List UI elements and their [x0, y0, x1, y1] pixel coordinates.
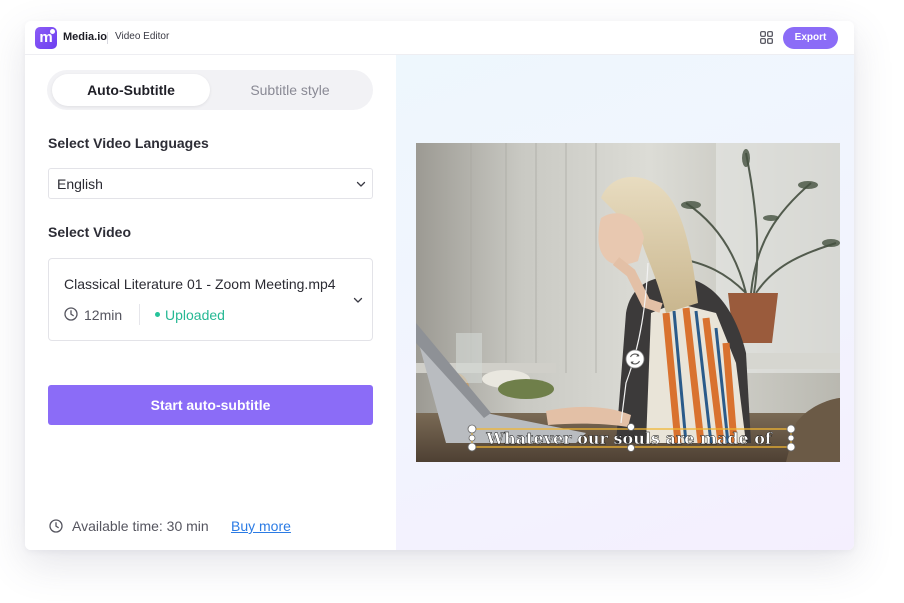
- video-file-name: Classical Literature 01 - Zoom Meeting.m…: [64, 276, 336, 292]
- logo-dot: [50, 29, 55, 34]
- grid-apps-icon[interactable]: [760, 31, 773, 44]
- rotate-handle[interactable]: [625, 349, 645, 369]
- video-frame: Whatever our souls are made of: [416, 143, 840, 462]
- header-divider: [107, 32, 108, 44]
- brand-name: Media.io: [63, 31, 108, 43]
- chevron-down-icon: [356, 181, 366, 187]
- video-label: Select Video: [48, 224, 132, 240]
- subtitle-panel: Auto-Subtitle Subtitle style Select Vide…: [25, 55, 396, 550]
- top-bar: m Media.io Video Editor Export: [25, 21, 854, 55]
- video-preview[interactable]: Whatever our souls are made of: [416, 143, 840, 462]
- tab-subtitle-style[interactable]: Subtitle style: [212, 74, 368, 106]
- clock-icon: [49, 519, 63, 533]
- subtitle-text[interactable]: Whatever our souls are made of: [485, 429, 773, 448]
- upload-status: Uploaded: [165, 307, 225, 323]
- video-file-card[interactable]: Classical Literature 01 - Zoom Meeting.m…: [48, 258, 373, 341]
- language-select[interactable]: English: [48, 168, 373, 199]
- language-label: Select Video Languages: [48, 135, 209, 151]
- export-button[interactable]: Export: [783, 27, 838, 49]
- status-dot: [155, 312, 160, 317]
- editor-window: m Media.io Video Editor Export Auto-Subt…: [25, 21, 854, 550]
- clock-icon: [64, 307, 78, 321]
- meta-divider: [139, 304, 140, 325]
- tab-auto-subtitle[interactable]: Auto-Subtitle: [52, 74, 210, 106]
- language-value: English: [57, 176, 103, 192]
- preview-area: Whatever our souls are made of: [396, 55, 854, 550]
- video-duration: 12min: [84, 307, 123, 323]
- chevron-down-icon[interactable]: [353, 295, 363, 305]
- tab-switcher: Auto-Subtitle Subtitle style: [47, 70, 373, 110]
- product-name: Video Editor: [115, 31, 170, 42]
- available-time: Available time: 30 min: [72, 518, 209, 534]
- buy-more-link[interactable]: Buy more: [231, 518, 291, 534]
- start-auto-subtitle-button[interactable]: Start auto-subtitle: [48, 385, 373, 425]
- media-io-logo[interactable]: m: [35, 27, 57, 49]
